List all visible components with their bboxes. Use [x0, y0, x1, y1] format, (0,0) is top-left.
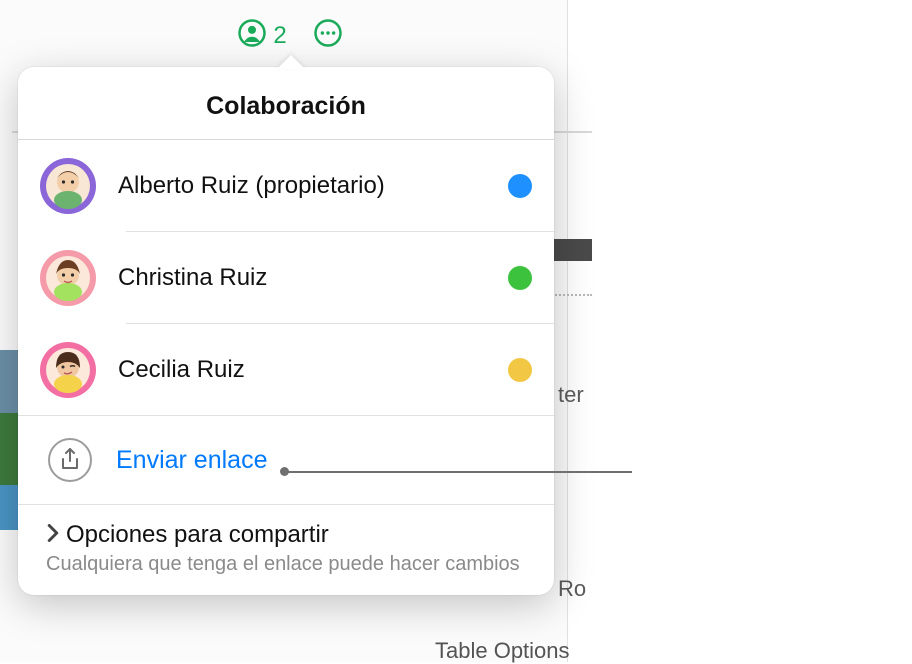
collaborator-row[interactable]: Cecilia Ruiz — [18, 324, 554, 416]
more-button[interactable] — [313, 18, 343, 53]
chevron-right-icon — [46, 523, 60, 548]
collaborator-row[interactable]: Alberto Ruiz (propietario) — [18, 140, 554, 232]
send-link-row[interactable]: Enviar enlace — [18, 416, 554, 505]
callout-leader-line — [282, 471, 632, 473]
avatar — [40, 342, 96, 398]
popover-title: Colaboración — [18, 67, 554, 140]
presence-dot — [508, 358, 532, 382]
inspector-panel — [567, 0, 912, 662]
bg-text-frag: Table Options — [435, 638, 570, 664]
popover-arrow — [277, 55, 305, 69]
collaborator-row[interactable]: Christina Ruiz — [18, 232, 554, 324]
bg-text-frag: Ro — [558, 576, 586, 602]
share-options-title: Opciones para compartir — [66, 521, 329, 549]
collaborator-name: Cecilia Ruiz — [118, 356, 486, 384]
collaboration-popover: Colaboración Alberto Ruiz (propietario) — [18, 67, 554, 595]
collaborator-list: Alberto Ruiz (propietario) Christina Rui… — [18, 140, 554, 416]
avatar — [40, 158, 96, 214]
share-icon — [48, 438, 92, 482]
share-options-subtitle: Cualquiera que tenga el enlace puede hac… — [46, 552, 532, 577]
send-link-label: Enviar enlace — [116, 446, 267, 475]
image-thumbnail — [0, 350, 18, 530]
toolbar: 2 — [0, 18, 580, 53]
table-row-strip — [552, 262, 592, 296]
bg-text-frag: ter — [558, 382, 584, 408]
table-header-strip — [552, 239, 592, 261]
avatar — [40, 250, 96, 306]
presence-dot — [508, 266, 532, 290]
collaborator-name: Christina Ruiz — [118, 264, 486, 292]
collaborator-count: 2 — [273, 22, 286, 50]
presence-dot — [508, 174, 532, 198]
collaborator-name: Alberto Ruiz (propietario) — [118, 172, 486, 200]
person-icon — [237, 18, 267, 53]
collaboration-button[interactable]: 2 — [237, 18, 286, 53]
share-options-row[interactable]: Opciones para compartir Cualquiera que t… — [18, 505, 554, 577]
